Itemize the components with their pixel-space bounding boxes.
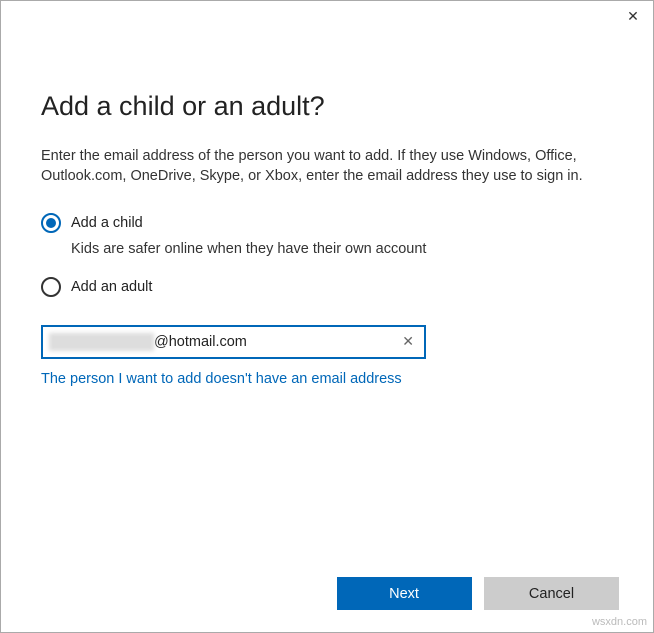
page-description: Enter the email address of the person yo… [41,146,613,187]
radio-child-sub: Kids are safer online when they have the… [71,241,613,257]
radio-child[interactable] [41,213,61,233]
radio-adult-label: Add an adult [71,279,152,295]
dialog-window: ✕ Add a child or an adult? Enter the ema… [0,0,654,633]
member-type-group: Add a child Kids are safer online when t… [41,213,613,297]
email-redacted-local [49,333,154,351]
option-add-adult[interactable]: Add an adult [41,277,613,297]
titlebar: ✕ [1,1,653,31]
clear-input-icon[interactable]: ✕ [398,333,418,350]
watermark: wsxdn.com [592,616,647,628]
no-email-link[interactable]: The person I want to add doesn't have an… [41,371,613,387]
dialog-footer: Next Cancel [329,577,619,610]
next-button[interactable]: Next [337,577,472,610]
email-domain-text: @hotmail.com [154,334,398,350]
email-input[interactable]: @hotmail.com ✕ [41,325,426,359]
dialog-content: Add a child or an adult? Enter the email… [1,31,653,407]
close-icon[interactable]: ✕ [613,1,653,31]
option-add-child[interactable]: Add a child [41,213,613,233]
radio-child-label: Add a child [71,215,143,231]
page-title: Add a child or an adult? [41,91,613,122]
cancel-button[interactable]: Cancel [484,577,619,610]
radio-adult[interactable] [41,277,61,297]
